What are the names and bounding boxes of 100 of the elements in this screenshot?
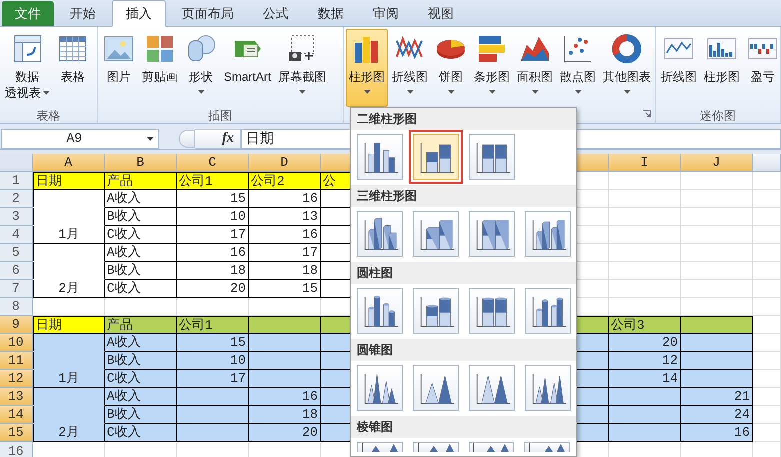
- row-header[interactable]: 3: [0, 208, 33, 226]
- ribbon-tab[interactable]: 公式: [250, 1, 302, 26]
- grid-cell: [681, 280, 753, 298]
- grid-cell: [609, 172, 681, 190]
- ribbon-button[interactable]: 屏幕截图: [275, 29, 330, 107]
- grid-cell: [609, 226, 681, 244]
- table-cell: 15: [177, 334, 249, 352]
- button-label: 其他图表: [603, 69, 651, 85]
- dialog-launcher-icon[interactable]: [643, 110, 651, 118]
- ribbon-tab[interactable]: 插入: [112, 0, 166, 27]
- caret-icon: [406, 90, 414, 94]
- ribbon-button[interactable]: 折线图: [389, 29, 431, 107]
- chart-type-option[interactable]: [357, 442, 403, 452]
- ribbon-button[interactable]: 图片: [100, 29, 138, 107]
- table-cell: 1月: [33, 226, 105, 244]
- row-header[interactable]: 13: [0, 388, 33, 406]
- ribbon-button[interactable]: 形状: [182, 29, 220, 107]
- ribbon-tab[interactable]: 审阅: [360, 1, 412, 26]
- grid-cell: [753, 244, 781, 262]
- ribbon-tab[interactable]: 开始: [57, 1, 109, 26]
- ribbon-button[interactable]: 饼图: [432, 29, 470, 107]
- grid-cell: [609, 280, 681, 298]
- table-cell: 日期: [33, 316, 105, 334]
- scatter-chart-icon: [562, 33, 594, 65]
- table-cell: 2月: [33, 424, 105, 442]
- row-header[interactable]: 12: [0, 370, 33, 388]
- grid-cell: [249, 370, 321, 388]
- grid-cell: [753, 226, 781, 244]
- ribbon-button[interactable]: 柱形图: [701, 29, 743, 107]
- ribbon-button[interactable]: 表格: [54, 29, 92, 107]
- column-header[interactable]: J: [681, 154, 753, 172]
- row-header[interactable]: 7: [0, 280, 33, 298]
- table-cell: 产品: [105, 172, 177, 190]
- grid-cell: [681, 244, 753, 262]
- chart-type-option[interactable]: [412, 442, 458, 452]
- row-header[interactable]: 1: [0, 172, 33, 190]
- column-header[interactable]: B: [105, 154, 177, 172]
- name-box[interactable]: A9: [1, 128, 159, 148]
- chart-type-option[interactable]: [468, 442, 514, 452]
- grid-cell: [609, 406, 681, 424]
- caret-icon: [532, 90, 538, 94]
- row-header[interactable]: 11: [0, 352, 33, 370]
- column-header[interactable]: A: [33, 154, 105, 172]
- row-header[interactable]: 6: [0, 262, 33, 280]
- grid-cell: [609, 190, 681, 208]
- table-cell: 公司1: [177, 172, 249, 190]
- grid-cell: [681, 352, 753, 370]
- ribbon-button[interactable]: 条形图: [471, 29, 513, 107]
- caret-icon: [364, 90, 370, 94]
- ribbon-button[interactable]: 剪贴画: [139, 29, 181, 107]
- table-cell: B收入: [105, 406, 177, 424]
- ribbon-button[interactable]: SmartArt: [221, 29, 274, 107]
- grid-cell: [753, 190, 781, 208]
- ribbon-tab[interactable]: 文件: [2, 1, 54, 26]
- button-label: 面积图: [517, 69, 553, 85]
- chart-type-option[interactable]: [524, 442, 570, 452]
- column-header[interactable]: D: [249, 154, 321, 172]
- ribbon-button[interactable]: 散点图: [557, 29, 599, 107]
- button-label: 数据: [16, 69, 40, 85]
- grid-cell: [753, 280, 781, 298]
- ribbon-tab[interactable]: 视图: [415, 1, 467, 26]
- ribbon-button[interactable]: 数据 透视表: [2, 29, 53, 107]
- grid-cell: [33, 334, 105, 352]
- row-header[interactable]: 4: [0, 226, 33, 244]
- table-cell: C收入: [105, 370, 177, 388]
- splitter-handle[interactable]: [179, 130, 195, 148]
- row-header[interactable]: 10: [0, 334, 33, 352]
- ribbon-tab[interactable]: 页面布局: [169, 1, 247, 26]
- grid-cell: [681, 316, 753, 334]
- table-cell: 公司3: [609, 316, 681, 334]
- column-header[interactable]: C: [177, 154, 249, 172]
- table-cell: 13: [249, 208, 321, 226]
- column-header[interactable]: I: [609, 154, 681, 172]
- grid-cell: [753, 262, 781, 280]
- button-label: 散点图: [560, 69, 596, 85]
- row-header[interactable]: 9: [0, 316, 33, 334]
- row-header[interactable]: 5: [0, 244, 33, 262]
- table-cell: 公司1: [177, 316, 249, 334]
- row-header[interactable]: 14: [0, 406, 33, 424]
- caret-icon: [198, 90, 204, 94]
- row-header[interactable]: 15: [0, 424, 33, 442]
- group-label: 迷你图: [700, 108, 736, 125]
- row-header[interactable]: 16: [0, 442, 33, 457]
- ribbon-tab[interactable]: 数据: [305, 1, 357, 26]
- section-heading: 圆锥图: [357, 342, 393, 359]
- ribbon-button[interactable]: 折线图: [658, 29, 700, 107]
- table-cell: 20: [249, 424, 321, 442]
- row-header[interactable]: 2: [0, 190, 33, 208]
- ribbon-button[interactable]: 面积图: [514, 29, 556, 107]
- ribbon-button[interactable]: 其他图表: [600, 29, 654, 107]
- clip-art-icon: [144, 33, 176, 65]
- table-cell: 16: [249, 226, 321, 244]
- ribbon-button[interactable]: 盈亏: [744, 29, 781, 107]
- table-cell: 10: [177, 352, 249, 370]
- grid-cell: [753, 406, 781, 424]
- row-header[interactable]: 8: [0, 298, 33, 316]
- table-cell: 20: [177, 280, 249, 298]
- caret-icon: [43, 91, 50, 95]
- ribbon-button[interactable]: 柱形图: [346, 29, 388, 107]
- grid-cell: [681, 370, 753, 388]
